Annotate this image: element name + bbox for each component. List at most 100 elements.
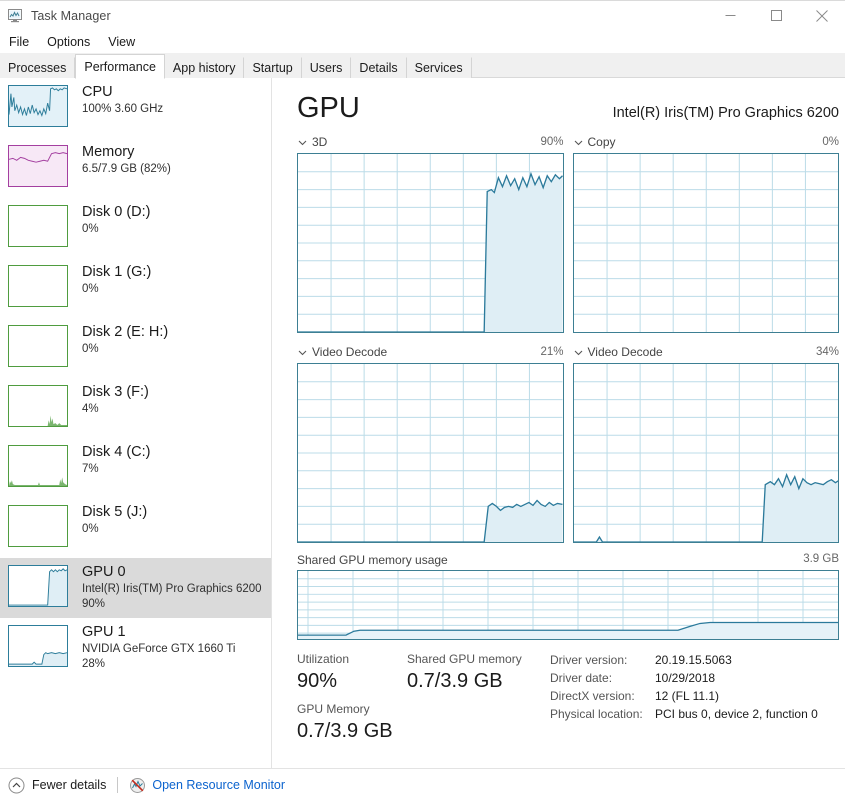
sidebar-item-sub: 6.5/7.9 GB (82%) bbox=[82, 162, 171, 177]
graph-copy bbox=[573, 153, 840, 333]
sidebar-item-sub: 0% bbox=[82, 222, 150, 237]
engine-percent: 21% bbox=[540, 346, 563, 358]
menu-item-options[interactable]: Options bbox=[38, 33, 99, 51]
detail-value: 10/29/2018 bbox=[655, 669, 715, 687]
chevron-down-icon[interactable] bbox=[297, 347, 308, 358]
gpu-statistics: Utilization 90% GPU Memory 0.7/3.9 GB Sh… bbox=[273, 640, 845, 745]
sidebar-item-disk-0[interactable]: Disk 0 (D:) 0% bbox=[0, 198, 271, 258]
engine-percent: 34% bbox=[816, 346, 839, 358]
shared-memory-section: Shared GPU memory usage 3.9 GB bbox=[273, 543, 845, 640]
detail-key: Physical location: bbox=[550, 705, 655, 723]
chevron-down-icon[interactable] bbox=[297, 137, 308, 148]
shared-memory-label: Shared GPU memory usage bbox=[297, 553, 448, 570]
utilization-label: Utilization bbox=[297, 651, 407, 668]
disk-thumbnail-graph bbox=[8, 205, 68, 247]
footer-divider bbox=[117, 777, 118, 793]
panel-header: GPU Intel(R) Iris(TM) Pro Graphics 6200 bbox=[273, 78, 845, 125]
engine-label-row[interactable]: Copy 0% bbox=[573, 133, 840, 151]
chevron-up-circle-icon[interactable] bbox=[8, 777, 25, 794]
sidebar-item-gpu-0[interactable]: GPU 0 Intel(R) Iris(TM) Pro Graphics 620… bbox=[0, 558, 271, 618]
engine-label-row[interactable]: Video Decode 21% bbox=[297, 343, 564, 361]
sidebar-item-disk-2[interactable]: Disk 2 (E: H:) 0% bbox=[0, 318, 271, 378]
disk-thumbnail-graph bbox=[8, 325, 68, 367]
window-title: Task Manager bbox=[31, 9, 111, 23]
sidebar-item-gpu-1[interactable]: GPU 1 NVIDIA GeForce GTX 1660 Ti 28% bbox=[0, 618, 271, 678]
task-manager-icon bbox=[7, 7, 24, 24]
sidebar-item-sub2: 28% bbox=[82, 657, 235, 671]
disk-thumbnail-graph bbox=[8, 505, 68, 547]
shared-gpu-memory-label: Shared GPU memory bbox=[407, 651, 550, 668]
tab-users[interactable]: Users bbox=[302, 57, 352, 78]
sidebar-item-label: CPU bbox=[82, 83, 163, 101]
stat-utilization-block: Utilization 90% GPU Memory 0.7/3.9 GB bbox=[297, 651, 407, 745]
tab-strip: Processes Performance App history Startu… bbox=[0, 53, 845, 78]
gpu0-thumbnail-graph bbox=[8, 565, 68, 607]
engine-cell-video-decode-1: Video Decode 21% bbox=[297, 343, 564, 543]
sidebar-item-disk-1[interactable]: Disk 1 (G:) 0% bbox=[0, 258, 271, 318]
shared-gpu-memory-value: 0.7/3.9 GB bbox=[407, 668, 550, 695]
shared-memory-label-row: Shared GPU memory usage 3.9 GB bbox=[297, 553, 839, 570]
sidebar-item-disk-4[interactable]: Disk 4 (C:) 7% bbox=[0, 438, 271, 498]
sidebar-item-label: Disk 5 (J:) bbox=[82, 503, 147, 521]
gpu-memory-value: 0.7/3.9 GB bbox=[297, 718, 407, 745]
page-title: GPU bbox=[297, 92, 360, 124]
sidebar-item-label: Disk 1 (G:) bbox=[82, 263, 151, 281]
engine-label-row[interactable]: Video Decode 34% bbox=[573, 343, 840, 361]
chevron-down-icon[interactable] bbox=[573, 137, 584, 148]
tab-startup[interactable]: Startup bbox=[244, 57, 301, 78]
tab-performance[interactable]: Performance bbox=[75, 54, 165, 79]
sidebar-item-disk-5[interactable]: Disk 5 (J:) 0% bbox=[0, 498, 271, 558]
cpu-thumbnail-graph bbox=[8, 85, 68, 127]
tab-processes[interactable]: Processes bbox=[0, 57, 75, 78]
graph-3d bbox=[297, 153, 564, 333]
detail-row: Driver version: 20.19.15.5063 bbox=[550, 651, 818, 669]
sidebar-item-memory[interactable]: Memory 6.5/7.9 GB (82%) bbox=[0, 138, 271, 198]
engine-cell-video-decode-2: Video Decode 34% bbox=[573, 343, 840, 543]
engine-cell-3d: 3D 90% bbox=[297, 133, 564, 333]
tab-details[interactable]: Details bbox=[351, 57, 406, 78]
sidebar-item-cpu[interactable]: CPU 100% 3.60 GHz bbox=[0, 78, 271, 138]
disk-thumbnail-graph bbox=[8, 445, 68, 487]
sidebar-item-label: Disk 2 (E: H:) bbox=[82, 323, 168, 341]
sidebar-item-sub: 7% bbox=[82, 462, 150, 477]
title-bar: Task Manager bbox=[0, 0, 845, 30]
close-icon[interactable] bbox=[799, 1, 845, 31]
resource-monitor-icon[interactable] bbox=[129, 777, 146, 794]
disk-thumbnail-graph bbox=[8, 265, 68, 307]
sidebar-item-sub: 0% bbox=[82, 522, 147, 537]
driver-details: Driver version: 20.19.15.5063 Driver dat… bbox=[550, 651, 818, 745]
engine-percent: 0% bbox=[822, 136, 839, 148]
open-resource-monitor-link[interactable]: Open Resource Monitor bbox=[152, 778, 285, 792]
engine-label-row[interactable]: 3D 90% bbox=[297, 133, 564, 151]
maximize-icon[interactable] bbox=[753, 1, 799, 31]
fewer-details-button[interactable]: Fewer details bbox=[32, 778, 106, 792]
engine-graph-row-2: Video Decode 21% bbox=[297, 343, 839, 543]
detail-row: Driver date: 10/29/2018 bbox=[550, 669, 818, 687]
engine-name: Video Decode bbox=[312, 345, 387, 359]
resource-sidebar[interactable]: CPU 100% 3.60 GHz Memory 6.5/7.9 GB (82%… bbox=[0, 78, 272, 768]
detail-value: PCI bus 0, device 2, function 0 bbox=[655, 705, 818, 723]
sidebar-item-disk-3[interactable]: Disk 3 (F:) 4% bbox=[0, 378, 271, 438]
engine-cell-copy: Copy 0% bbox=[573, 133, 840, 333]
detail-value: 20.19.15.5063 bbox=[655, 651, 732, 669]
sidebar-item-sub: 100% 3.60 GHz bbox=[82, 102, 163, 117]
minimize-icon[interactable] bbox=[707, 1, 753, 31]
gpu-detail-panel: GPU Intel(R) Iris(TM) Pro Graphics 6200 … bbox=[273, 78, 845, 768]
status-bar: Fewer details Open Resource Monitor bbox=[0, 768, 845, 801]
graph-shared-memory bbox=[297, 570, 839, 640]
sidebar-item-sub: Intel(R) Iris(TM) Pro Graphics 6200 bbox=[82, 582, 262, 597]
stat-shared-memory-block: Shared GPU memory 0.7/3.9 GB bbox=[407, 651, 550, 745]
chevron-down-icon[interactable] bbox=[573, 347, 584, 358]
window-controls bbox=[707, 1, 845, 31]
menu-item-file[interactable]: File bbox=[0, 33, 38, 51]
sidebar-item-label: Memory bbox=[82, 143, 171, 161]
sidebar-item-sub: 0% bbox=[82, 282, 151, 297]
detail-key: Driver date: bbox=[550, 669, 655, 687]
shared-memory-max: 3.9 GB bbox=[803, 553, 839, 570]
menu-item-view[interactable]: View bbox=[99, 33, 144, 51]
disk-thumbnail-graph bbox=[8, 385, 68, 427]
tab-services[interactable]: Services bbox=[407, 57, 472, 78]
task-manager-window: Task Manager File Options View Processes… bbox=[0, 0, 845, 801]
sidebar-item-sub: 4% bbox=[82, 402, 149, 417]
tab-app-history[interactable]: App history bbox=[165, 57, 245, 78]
